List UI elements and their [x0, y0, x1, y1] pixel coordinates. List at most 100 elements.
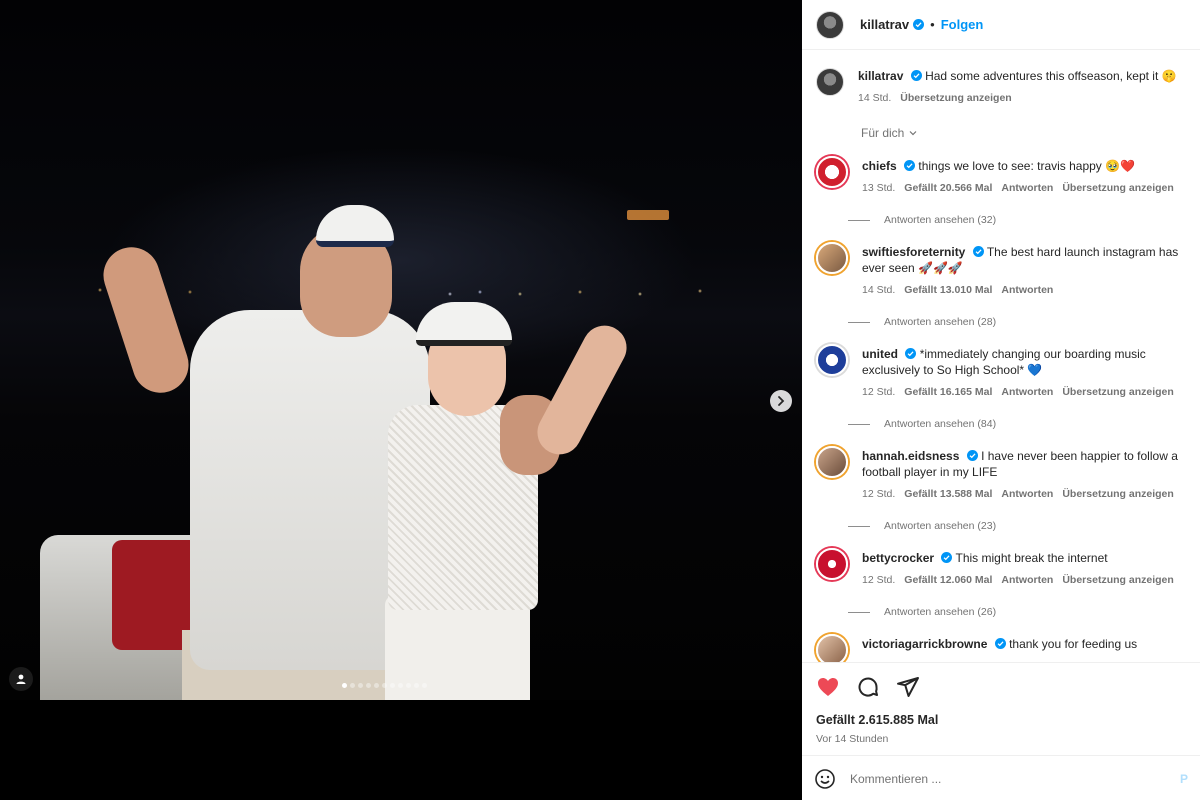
view-replies-label: Antworten ansehen (26): [884, 606, 997, 618]
likes-count[interactable]: Gefällt 2.615.885 Mal: [802, 699, 1200, 727]
comment-text: This might break the internet: [955, 551, 1108, 565]
carousel-dot: [350, 683, 355, 688]
comment-text: things we love to see: travis happy 🥹❤️: [918, 159, 1136, 173]
photo-person1-arm: [96, 240, 196, 400]
comment-body: hannah.eidsness I have never been happie…: [862, 448, 1192, 502]
commenter-username[interactable]: bettycrocker: [862, 551, 934, 565]
caption-time: 14 Std.: [858, 92, 892, 104]
photo-person2-cap: [416, 302, 512, 346]
view-replies-label: Antworten ansehen (28): [884, 316, 997, 328]
commenter-avatar[interactable]: [816, 156, 848, 188]
comment-time: 14 Std.: [862, 284, 896, 296]
carousel-dot: [358, 683, 363, 688]
comment-icon[interactable]: [856, 675, 880, 699]
commenter-avatar[interactable]: [816, 446, 848, 478]
post-comment-button[interactable]: P: [1180, 772, 1188, 786]
comment-row: bettycrocker This might break the intern…: [816, 548, 1200, 588]
emoji-icon[interactable]: [814, 768, 836, 790]
commenter-username[interactable]: victoriagarrickbrowne: [862, 637, 987, 651]
comment-body: swiftiesforeternity The best hard launch…: [862, 244, 1192, 298]
comment-body: chiefs things we love to see: travis hap…: [862, 158, 1192, 196]
view-replies-button[interactable]: Antworten ansehen (26): [848, 606, 1200, 618]
view-replies-label: Antworten ansehen (84): [884, 418, 997, 430]
reply-button[interactable]: Antworten: [1001, 384, 1053, 400]
carousel-dot: [366, 683, 371, 688]
comment-row: chiefs things we love to see: travis hap…: [816, 156, 1200, 196]
view-replies-button[interactable]: Antworten ansehen (28): [848, 316, 1200, 328]
carousel-dot: [406, 683, 411, 688]
action-icons: [802, 663, 1200, 699]
post-viewer: killatrav • Folgen killatrav Had some ad…: [0, 0, 1200, 800]
view-replies-button[interactable]: Antworten ansehen (32): [848, 214, 1200, 226]
caption-avatar[interactable]: [816, 68, 844, 96]
replies-divider: [848, 525, 870, 527]
verified-badge-icon: [905, 348, 917, 359]
comment-likes[interactable]: Gefällt 13.588 Mal: [904, 486, 992, 502]
reply-button[interactable]: Antworten: [1001, 180, 1053, 196]
translate-button[interactable]: Übersetzung anzeigen: [1062, 572, 1173, 588]
translate-button[interactable]: Übersetzung anzeigen: [900, 90, 1011, 106]
share-icon[interactable]: [896, 675, 920, 699]
verified-badge-icon: [972, 246, 984, 257]
comment-time: 12 Std.: [862, 386, 896, 398]
view-replies-label: Antworten ansehen (23): [884, 520, 997, 532]
comment-likes[interactable]: Gefällt 12.060 Mal: [904, 572, 992, 588]
author-username[interactable]: killatrav: [860, 17, 909, 32]
commenter-avatar[interactable]: [816, 242, 848, 274]
comment-row: victoriagarrickbrowne thank you for feed…: [816, 634, 1200, 662]
avatar[interactable]: [816, 10, 844, 39]
reply-button[interactable]: Antworten: [1001, 486, 1053, 502]
comment-likes[interactable]: Gefällt 13.010 Mal: [904, 282, 992, 298]
replies-divider: [848, 611, 870, 613]
verified-badge-icon: [941, 552, 953, 563]
carousel-dot: [390, 683, 395, 688]
view-replies-button[interactable]: Antworten ansehen (23): [848, 520, 1200, 532]
caption-text: Had some adventures this offseason, kept…: [925, 69, 1177, 83]
tagged-users-button[interactable]: [9, 667, 33, 691]
verified-badge-icon: [966, 450, 978, 461]
comment-item: chiefs things we love to see: travis hap…: [816, 156, 1200, 226]
verified-badge-icon: [913, 19, 925, 30]
view-replies-button[interactable]: Antworten ansehen (84): [848, 418, 1200, 430]
post-actions: Gefällt 2.615.885 Mal Vor 14 Stunden P: [802, 662, 1200, 800]
caption-meta: 14 Std. Übersetzung anzeigen: [858, 90, 1188, 106]
carousel-dot: [398, 683, 403, 688]
translate-button[interactable]: Übersetzung anzeigen: [1062, 486, 1173, 502]
comment-item: bettycrocker This might break the intern…: [816, 548, 1200, 618]
commenter-username[interactable]: swiftiesforeternity: [862, 245, 965, 259]
verified-badge-icon: [910, 70, 922, 81]
comment-input[interactable]: [850, 771, 1170, 786]
translate-button[interactable]: Übersetzung anzeigen: [1062, 384, 1173, 400]
comment-item: swiftiesforeternity The best hard launch…: [816, 242, 1200, 328]
post-time: Vor 14 Stunden: [816, 733, 889, 745]
carousel-dot: [414, 683, 419, 688]
follow-button[interactable]: Folgen: [941, 17, 984, 32]
translate-button[interactable]: Übersetzung anzeigen: [1062, 180, 1173, 196]
commenter-username[interactable]: chiefs: [862, 159, 897, 173]
comment-item: victoriagarrickbrowne thank you for feed…: [816, 634, 1200, 662]
heart-icon[interactable]: [816, 675, 840, 699]
caption-body: killatrav Had some adventures this offse…: [858, 68, 1188, 106]
reply-button[interactable]: Antworten: [1001, 572, 1053, 588]
comment-time: 12 Std.: [862, 488, 896, 500]
reply-button[interactable]: Antworten: [1001, 282, 1053, 298]
carousel-dot: [342, 683, 347, 688]
post-sidebar: killatrav • Folgen killatrav Had some ad…: [802, 0, 1200, 800]
commenter-avatar[interactable]: [816, 344, 848, 376]
comment-filter-dropdown[interactable]: Für dich: [861, 126, 1200, 140]
commenter-username[interactable]: united: [862, 347, 898, 361]
next-slide-button[interactable]: [770, 390, 792, 412]
comment-likes[interactable]: Gefällt 16.165 Mal: [904, 384, 992, 400]
comment-meta: 12 Std. Gefällt 12.060 Mal Antworten Übe…: [862, 572, 1192, 588]
commenter-avatar[interactable]: [816, 548, 848, 580]
comments-list[interactable]: killatrav Had some adventures this offse…: [802, 50, 1200, 662]
filter-label: Für dich: [861, 126, 905, 140]
caption-username[interactable]: killatrav: [858, 69, 903, 83]
photo-person1-cap: [316, 205, 394, 247]
carousel-dot: [422, 683, 427, 688]
media-panel: [0, 0, 802, 800]
comment-body: bettycrocker This might break the intern…: [862, 550, 1192, 588]
commenter-username[interactable]: hannah.eidsness: [862, 449, 959, 463]
commenter-avatar[interactable]: [816, 634, 848, 662]
comment-likes[interactable]: Gefällt 20.566 Mal: [904, 180, 992, 196]
